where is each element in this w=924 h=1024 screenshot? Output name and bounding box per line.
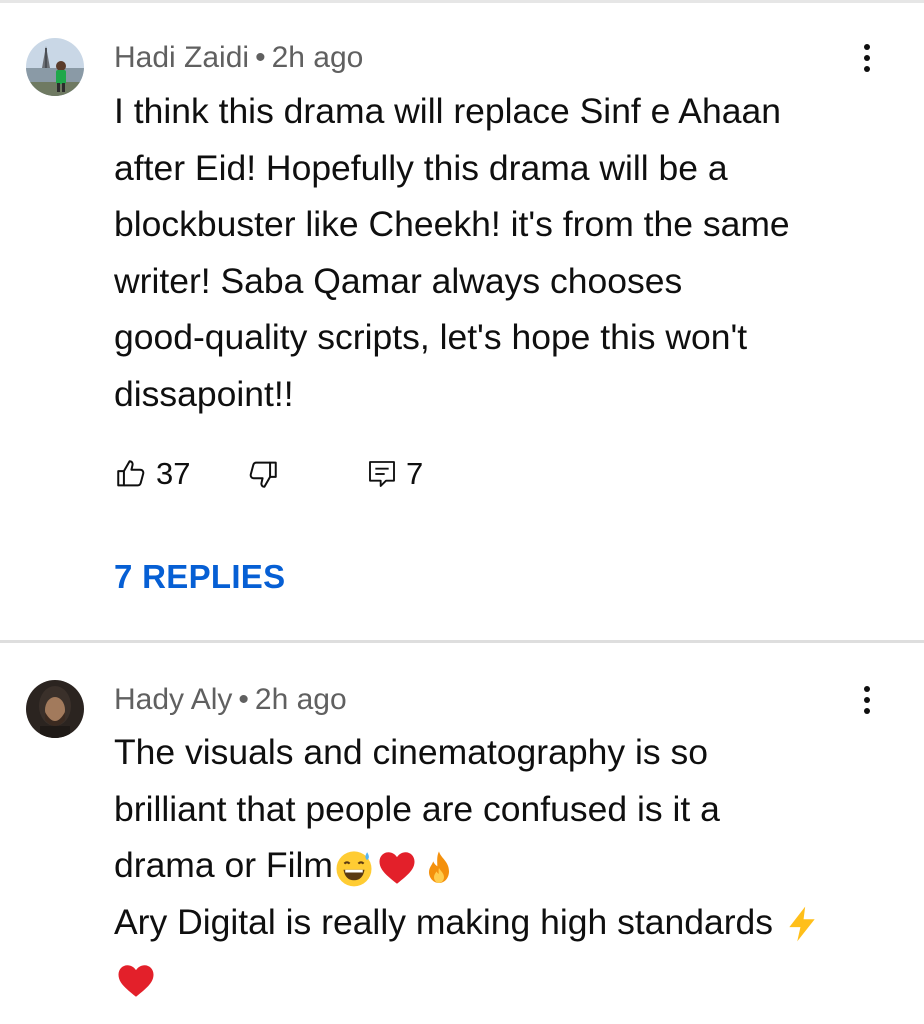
comment-meta: Hady Aly • 2h ago [114, 683, 347, 717]
comment-divider [0, 640, 924, 643]
comment-line: drama or Film [114, 837, 894, 894]
view-replies-link[interactable]: 7 REPLIES [114, 558, 285, 596]
sweat-smile-emoji [336, 851, 372, 886]
kebab-menu-icon[interactable] [850, 36, 884, 80]
dislike-button[interactable] [246, 452, 280, 496]
like-button[interactable]: 37 [114, 452, 190, 496]
reply-count: 7 [406, 456, 424, 491]
comment-line: after Eid! Hopefully this drama will be … [114, 147, 728, 188]
comment-line: brilliant that people are confused is it… [114, 788, 720, 829]
comment-text: I think this drama will replace Sinf e A… [114, 83, 894, 422]
thumbs-up-icon [117, 460, 145, 487]
separator-dot: • [238, 683, 249, 716]
timestamp: 2h ago [254, 683, 347, 716]
like-count: 37 [156, 456, 191, 491]
comment-line-text: Ary Digital is really making high standa… [114, 901, 774, 942]
comment-line: Ary Digital is really making high standa… [114, 894, 894, 951]
timestamp: 2h ago [271, 41, 364, 74]
comment-line: writer! Saba Qamar always chooses [114, 260, 683, 301]
author-name[interactable]: Hady Aly [114, 683, 232, 716]
comment-meta: Hadi Zaidi • 2h ago [114, 41, 363, 75]
reply-button[interactable]: 7 [366, 452, 423, 496]
avatar[interactable] [26, 38, 84, 96]
kebab-menu-icon[interactable] [850, 678, 884, 722]
comment-line [114, 950, 894, 1007]
comment-line: dissapoint!! [114, 373, 294, 414]
top-divider [0, 0, 924, 3]
comment-line: The visuals and cinematography is so [114, 732, 708, 772]
comment-line: blockbuster like Cheekh! it's from the s… [114, 204, 790, 244]
red-heart-emoji [379, 851, 415, 884]
red-heart-emoji [118, 964, 154, 997]
lightning-emoji [789, 906, 815, 942]
avatar[interactable] [26, 680, 84, 738]
thumbs-down-icon [249, 461, 277, 488]
comment-line-text: drama or Film [114, 845, 333, 885]
comment-line: I think this drama will replace Sinf e A… [114, 91, 781, 131]
comment-text: The visuals and cinematography is so bri… [114, 724, 894, 1007]
comment-line: good-quality scripts, let's hope this wo… [114, 317, 748, 357]
fire-emoji [428, 850, 449, 883]
separator-dot: • [255, 41, 266, 74]
reply-icon [369, 461, 395, 487]
author-name[interactable]: Hadi Zaidi [114, 41, 249, 74]
